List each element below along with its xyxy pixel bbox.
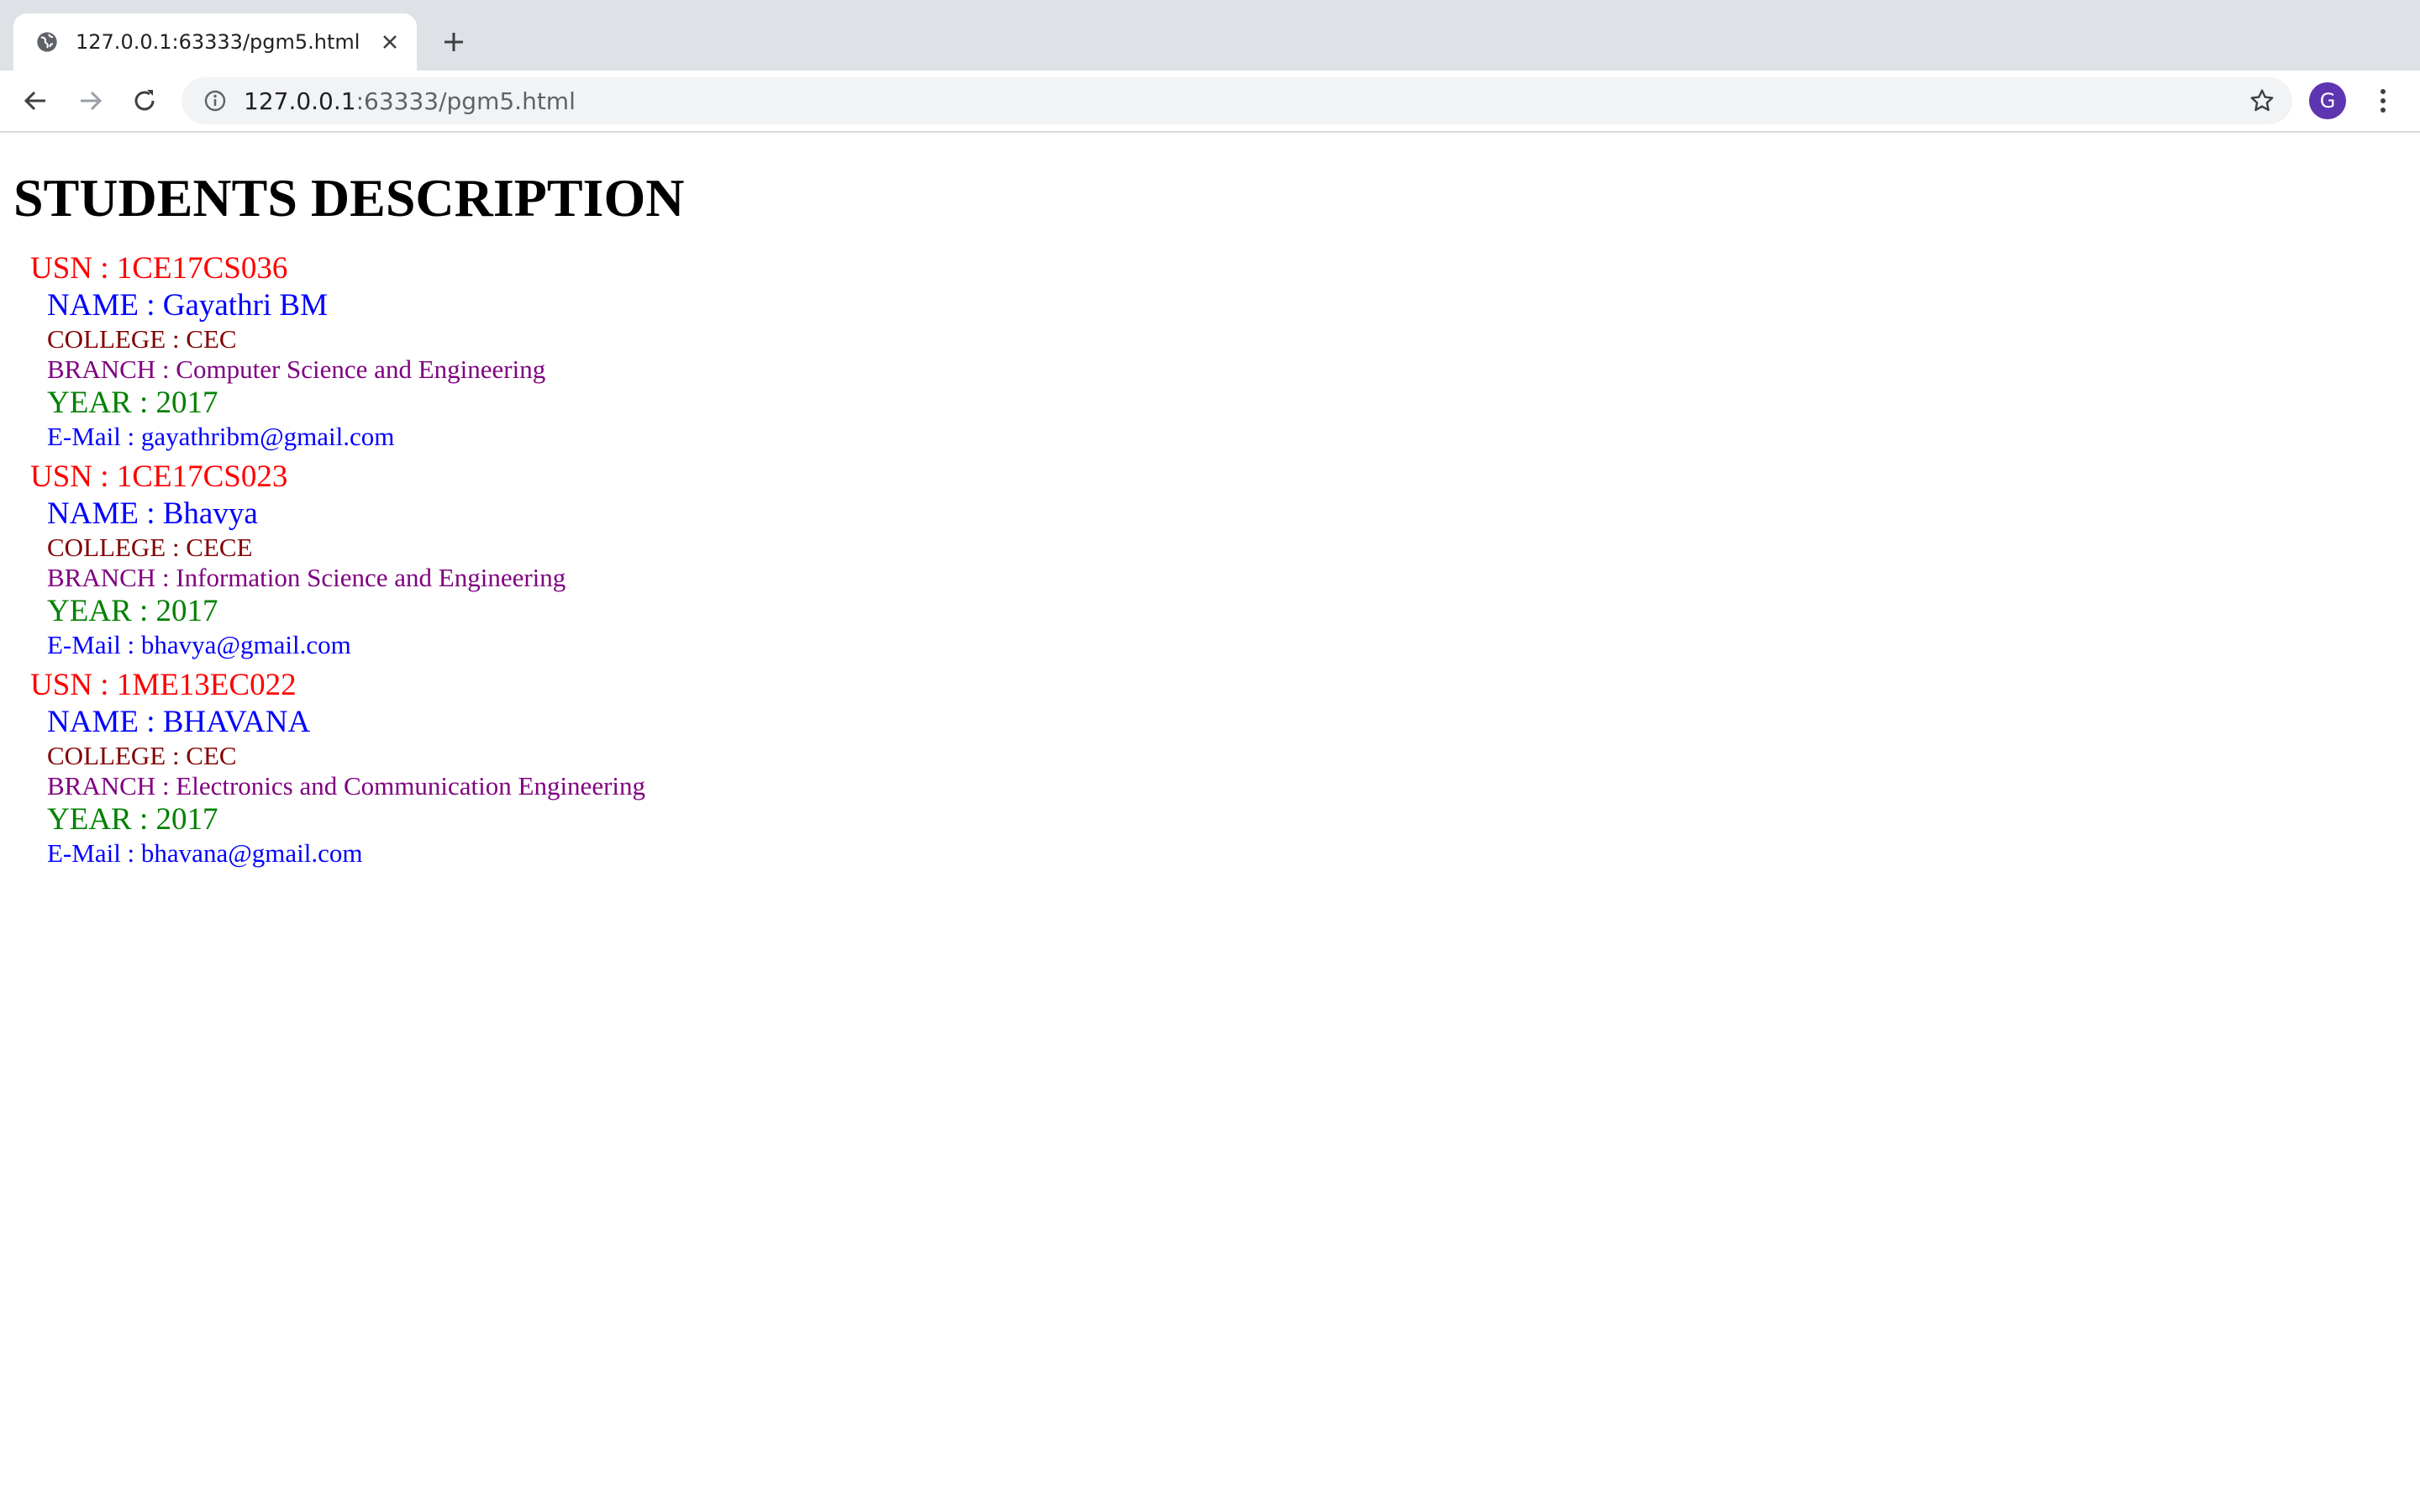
url-host: 127.0.0.1 [244, 87, 356, 115]
info-icon[interactable] [202, 87, 229, 114]
globe-icon [34, 29, 60, 55]
plus-icon[interactable] [435, 24, 472, 60]
close-icon[interactable] [375, 27, 405, 57]
star-icon[interactable] [2247, 86, 2277, 116]
student-email: E-Mail : bhavana@gmail.com [47, 838, 363, 868]
back-arrow-icon[interactable] [12, 77, 59, 124]
student-year: YEAR : 2017 [47, 594, 218, 628]
student-year: YEAR : 2017 [47, 802, 218, 837]
student-record: USN : 1CE17CS036 NAME : Gayathri BM COLL… [13, 250, 2407, 459]
student-branch: BRANCH : Information Science and Enginee… [47, 563, 566, 592]
student-college: COLLEGE : CEC [47, 324, 237, 354]
student-branch: BRANCH : Computer Science and Engineerin… [47, 354, 546, 384]
tab-strip: 127.0.0.1:63333/pgm5.html [0, 0, 2420, 71]
student-college: COLLEGE : CEC [47, 741, 237, 770]
student-usn: USN : 1CE17CS036 [30, 251, 288, 286]
browser-tab[interactable]: 127.0.0.1:63333/pgm5.html [13, 13, 417, 71]
student-branch: BRANCH : Electronics and Communication E… [47, 771, 646, 801]
reload-icon[interactable] [121, 77, 168, 124]
page-title: STUDENTS DESCRIPTION [13, 168, 685, 228]
tab-title: 127.0.0.1:63333/pgm5.html [76, 30, 360, 54]
page-content: STUDENTS DESCRIPTION USN : 1CE17CS036 NA… [0, 133, 2420, 875]
avatar[interactable]: G [2309, 82, 2346, 119]
student-email: E-Mail : bhavya@gmail.com [47, 630, 351, 659]
forward-arrow-icon[interactable] [67, 77, 114, 124]
student-usn: USN : 1CE17CS023 [30, 459, 288, 494]
student-year: YEAR : 2017 [47, 386, 218, 420]
address-bar[interactable]: 127.0.0.1:63333/pgm5.html [182, 77, 2292, 124]
student-college: COLLEGE : CECE [47, 533, 253, 562]
student-name: NAME : BHAVANA [47, 705, 311, 739]
student-name: NAME : Gayathri BM [47, 288, 328, 323]
url-path: :63333/pgm5.html [355, 87, 576, 115]
url-text[interactable]: 127.0.0.1:63333/pgm5.html [244, 87, 576, 115]
student-usn: USN : 1ME13EC022 [30, 668, 297, 702]
student-email: E-Mail : gayathribm@gmail.com [47, 422, 395, 451]
student-name: NAME : Bhavya [47, 496, 258, 531]
more-vert-icon[interactable] [2366, 81, 2400, 121]
browser-toolbar: 127.0.0.1:63333/pgm5.html G [0, 71, 2420, 133]
student-record: USN : 1ME13EC022 NAME : BHAVANA COLLEGE … [13, 667, 2407, 875]
student-record: USN : 1CE17CS023 NAME : Bhavya COLLEGE :… [13, 459, 2407, 667]
